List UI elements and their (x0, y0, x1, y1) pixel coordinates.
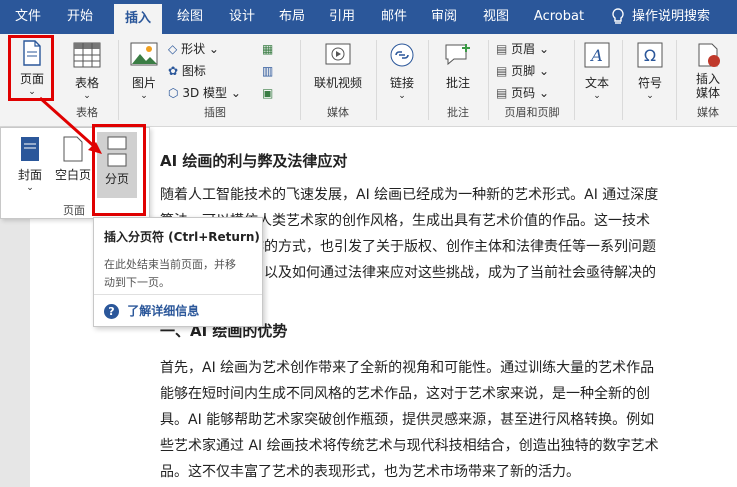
tooltip-body: 在此处结束当前页面，并移 (104, 258, 236, 271)
tooltip: 插入分页符 (Ctrl+Return) 在此处结束当前页面，并移 动到下一页。 … (93, 217, 263, 327)
tooltip-body: 动到下一页。 (104, 276, 170, 289)
divider (94, 294, 262, 295)
learn-more-label: 了解详细信息 (127, 304, 200, 318)
tooltip-title: 插入分页符 (Ctrl+Return) (104, 230, 260, 244)
learn-more-link[interactable]: ? 了解详细信息 (104, 302, 199, 319)
help-icon: ? (104, 304, 119, 319)
